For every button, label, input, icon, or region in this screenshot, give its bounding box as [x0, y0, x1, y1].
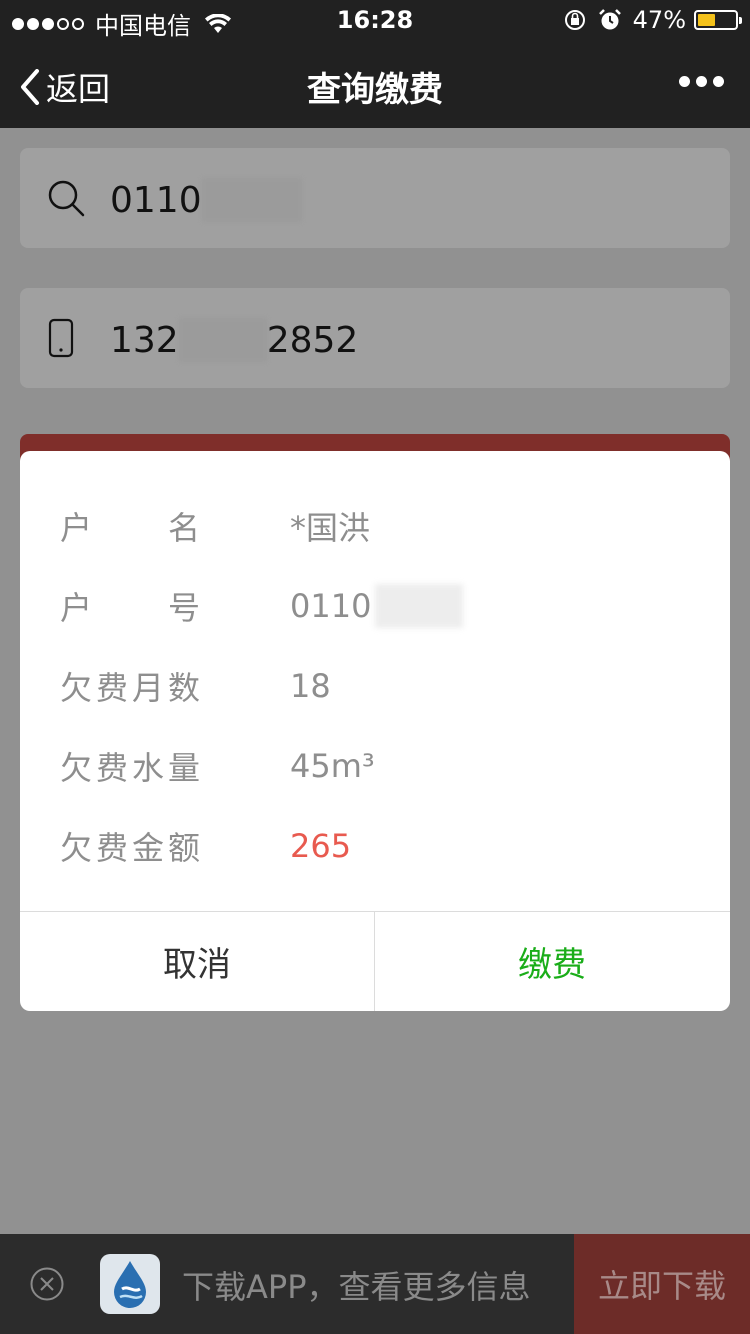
rotation-lock-icon	[564, 10, 585, 30]
battery-percent: 47%	[632, 6, 686, 34]
masked-digits	[178, 318, 267, 362]
wifi-icon	[205, 13, 231, 33]
alarm-icon	[598, 9, 621, 30]
masked-digits	[375, 584, 464, 628]
account-number-row: 户 号 0110	[60, 583, 464, 629]
account-search-field[interactable]: 0110	[20, 148, 730, 248]
phone-prefix: 132	[110, 319, 179, 361]
app-logo	[100, 1254, 160, 1314]
overdue-months-row: 欠费月数 18	[60, 663, 331, 709]
back-label: 返回	[46, 70, 111, 108]
status-right: 47%	[563, 6, 742, 34]
download-banner: 下载APP，查看更多信息 立即下载	[0, 1234, 750, 1334]
account-name-label: 户 名	[60, 509, 205, 547]
more-dot-icon	[679, 76, 690, 87]
account-name-value: *国洪	[290, 509, 371, 547]
more-button[interactable]	[673, 76, 724, 87]
cancel-button[interactable]: 取消	[20, 912, 374, 1011]
account-number-label: 户 号	[60, 589, 205, 627]
account-name-row: 户 名 *国洪	[60, 503, 370, 549]
overdue-months-label: 欠费月数	[60, 669, 205, 707]
search-icon	[48, 180, 85, 217]
more-dot-icon	[696, 76, 707, 87]
overdue-water-row: 欠费水量 45m³	[60, 743, 375, 789]
phone-value: 132 2852	[110, 318, 358, 362]
signal-dot-icon	[12, 17, 24, 30]
account-number-prefix: 0110	[110, 179, 202, 221]
phone-field[interactable]: 132 2852	[20, 288, 730, 388]
page-title: 查询缴费	[307, 70, 443, 110]
status-bar: 中国电信 16:28 47%	[0, 0, 750, 40]
more-dot-icon	[713, 76, 724, 87]
overdue-amount-value: 265	[290, 827, 352, 865]
download-now-button[interactable]: 立即下载	[574, 1234, 750, 1334]
overdue-months-value: 18	[290, 667, 331, 705]
phone-icon	[48, 318, 74, 358]
overdue-amount-row: 欠费金额 265	[60, 823, 351, 869]
battery-icon	[694, 10, 742, 30]
signal-dot-icon	[42, 17, 54, 30]
chevron-left-icon	[21, 69, 39, 105]
pay-button[interactable]: 缴费	[375, 912, 729, 1011]
signal-dot-icon	[72, 17, 84, 30]
nav-bar: 返回 查询缴费	[0, 40, 750, 128]
account-number-prefix: 0110	[290, 587, 372, 625]
close-icon[interactable]	[30, 1267, 64, 1301]
overdue-water-value: 45m³	[290, 747, 375, 785]
back-button[interactable]: 返回	[20, 64, 110, 110]
banner-promo-text: 下载APP，查看更多信息	[182, 1268, 531, 1306]
water-drop-logo-icon	[114, 1261, 146, 1308]
phone-suffix: 2852	[266, 319, 359, 361]
signal-area: 中国电信	[12, 6, 231, 41]
signal-dot-icon	[27, 17, 39, 30]
account-search-value: 0110	[110, 178, 302, 222]
battery-fill	[698, 14, 715, 26]
overdue-amount-label: 欠费金额	[60, 829, 205, 867]
bill-dialog: 户 名 *国洪 户 号 0110 欠费月数 18 欠费水量 45m³ 欠费金额 …	[20, 451, 730, 1011]
overdue-water-label: 欠费水量	[60, 749, 205, 787]
account-number-value: 0110	[290, 583, 464, 629]
signal-dot-icon	[57, 17, 69, 30]
masked-digits	[201, 178, 302, 222]
carrier-name: 中国电信	[95, 12, 191, 40]
